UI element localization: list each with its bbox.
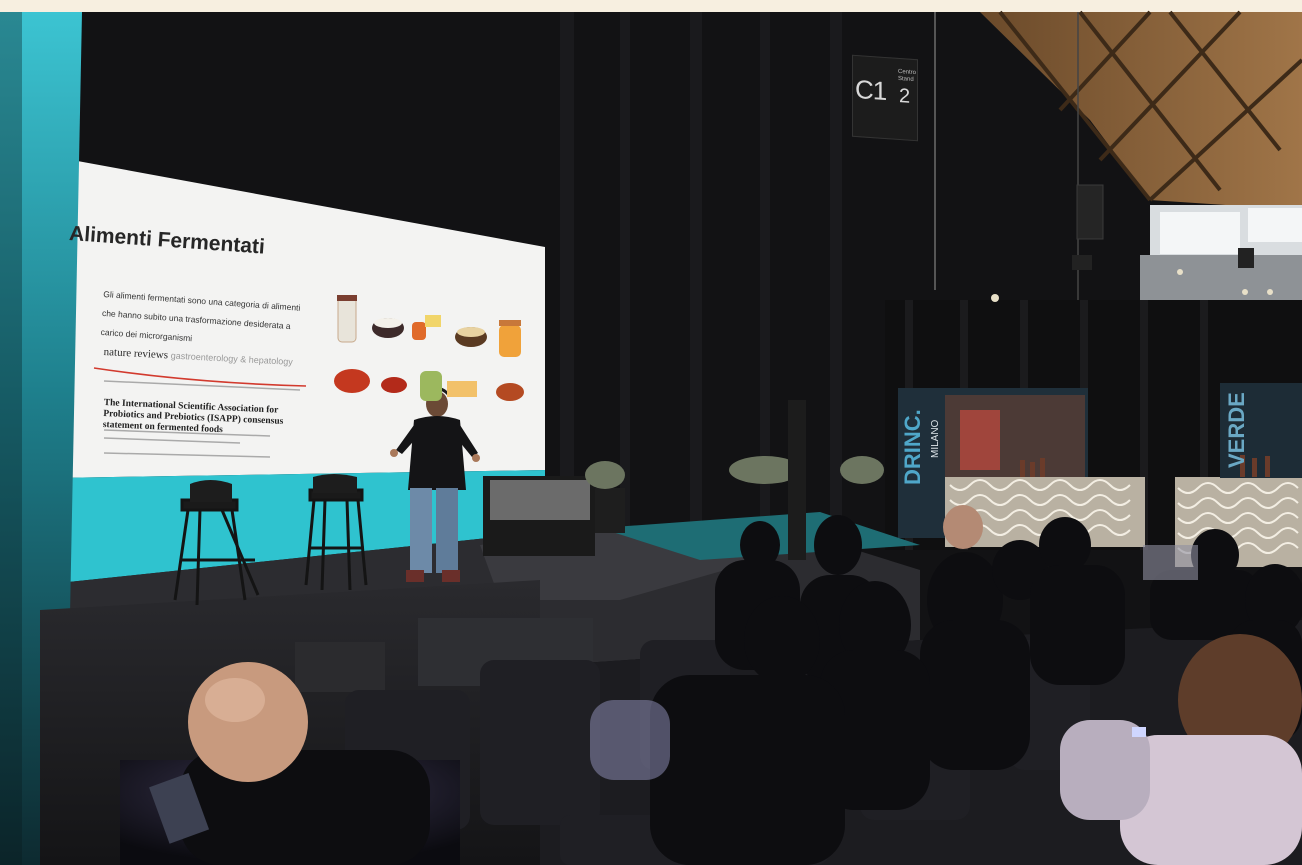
hall-sign: C1 Centro Stand 2 (852, 54, 918, 142)
hall-sign-code: C1 (855, 73, 887, 107)
booth-left-logo: DRINC. (900, 409, 925, 485)
booth-right-logo: VERDE (1224, 392, 1249, 468)
hall-sign-number: 2 (899, 84, 911, 108)
event-photo: Alimenti Fermentati Gli alimenti ferment… (0, 0, 1302, 865)
booth-left-city: MILANO (930, 419, 941, 458)
hall-sign-caption: Centro Stand (898, 68, 917, 84)
